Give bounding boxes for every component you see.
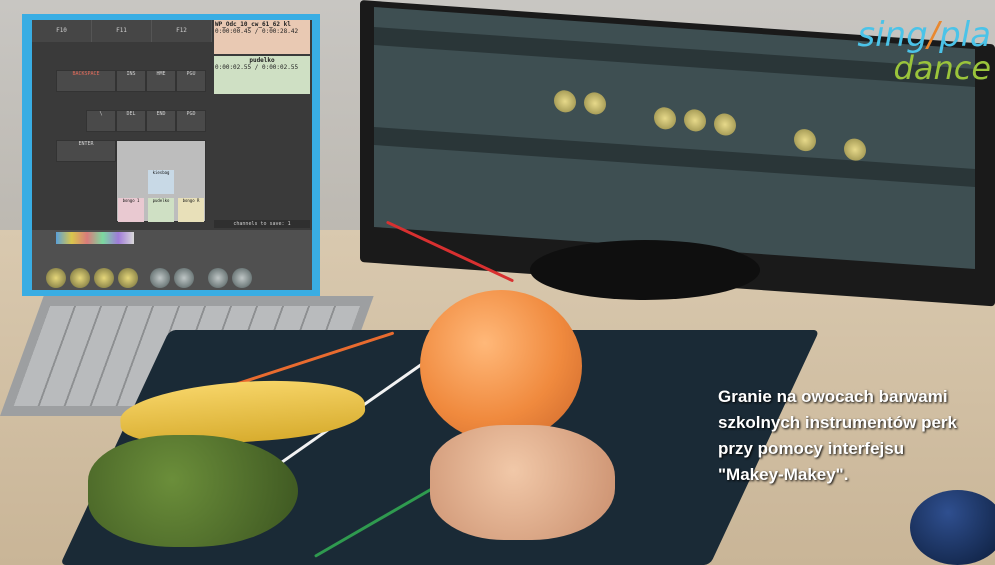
- function-key-row: F10 F11 F12: [32, 20, 212, 42]
- knob-icon: [174, 268, 194, 288]
- screen-toolbar-lower: [374, 126, 975, 188]
- knob-icon: [70, 268, 90, 288]
- key-f10: F10: [32, 20, 92, 42]
- knob-icon: [232, 268, 252, 288]
- knob-icon: [150, 268, 170, 288]
- key-enter: ENTER: [56, 140, 116, 162]
- grapefruit: [420, 290, 582, 442]
- monitor-stand: [530, 240, 760, 300]
- channels-label: channels to save: 1: [214, 220, 310, 228]
- key-backslash: \: [86, 110, 116, 132]
- key-ins: INS: [116, 70, 146, 92]
- knob-icon: [208, 268, 228, 288]
- track-1-current: 0:00:00.45: [215, 28, 252, 35]
- screen-knob: [554, 89, 576, 114]
- key-hme: HME: [146, 70, 176, 92]
- screen-knob: [584, 91, 606, 116]
- track-2-current: 0:00:02.55: [215, 64, 252, 71]
- track-2: pudelko 0:00:02.55 / 0:00:02.55: [214, 56, 310, 94]
- track-1: WP_Odc_10_cw_61_62 kl 0:00:00.45 / 0:00:…: [214, 20, 310, 54]
- software-inset-panel: F10 F11 F12 BACKSPACE INS HME PGU \ DEL …: [22, 14, 320, 296]
- knob-icon: [94, 268, 114, 288]
- caption: Granie na owocach barwami szkolnych inst…: [718, 384, 957, 488]
- key-pgd: PGD: [176, 110, 206, 132]
- track-1-total: / 0:00:28.42: [254, 28, 299, 35]
- knob-icon: [46, 268, 66, 288]
- drum-pad-pudelko: pudelko: [148, 198, 174, 222]
- drum-pad-bongo-r: bongo R: [178, 198, 204, 222]
- software-screen: F10 F11 F12 BACKSPACE INS HME PGU \ DEL …: [32, 20, 312, 290]
- caption-line-1: Granie na owocach barwami: [718, 387, 948, 406]
- color-swatches: [56, 232, 134, 244]
- brand-dance: dance: [893, 49, 991, 87]
- caption-line-4: "Makey-Makey".: [718, 465, 849, 484]
- track-2-total: / 0:00:02.55: [254, 64, 299, 71]
- computer-mouse: [910, 490, 995, 565]
- key-end: END: [146, 110, 176, 132]
- screen-knob: [684, 108, 706, 133]
- key-pgu: PGU: [176, 70, 206, 92]
- drum-center-pad: kiesbag: [148, 170, 174, 194]
- hand: [430, 425, 615, 540]
- track-1-name: WP_Odc_10_cw_61_62 kl: [215, 21, 291, 28]
- screen-knob: [794, 128, 816, 152]
- knob-icon: [118, 268, 138, 288]
- screen-knob: [714, 112, 736, 137]
- caption-line-3: przy pomocy interfejsu: [718, 439, 905, 458]
- screen-knob: [844, 137, 866, 162]
- screen-knob: [654, 106, 676, 131]
- key-del: DEL: [116, 110, 146, 132]
- caption-line-2: szkolnych instrumentów perk: [718, 413, 957, 432]
- key-f12: F12: [152, 20, 212, 42]
- key-backspace: BACKSPACE: [56, 70, 116, 92]
- avocado: [88, 435, 298, 547]
- track-2-name: pudelko: [249, 57, 275, 64]
- key-f11: F11: [92, 20, 152, 42]
- photo-scene: LG sing/pla dance Granie na owocach barw…: [0, 0, 995, 565]
- brand-logo: sing/pla dance: [857, 18, 991, 84]
- drum-pad-bongo-1: bongo 1: [118, 198, 144, 222]
